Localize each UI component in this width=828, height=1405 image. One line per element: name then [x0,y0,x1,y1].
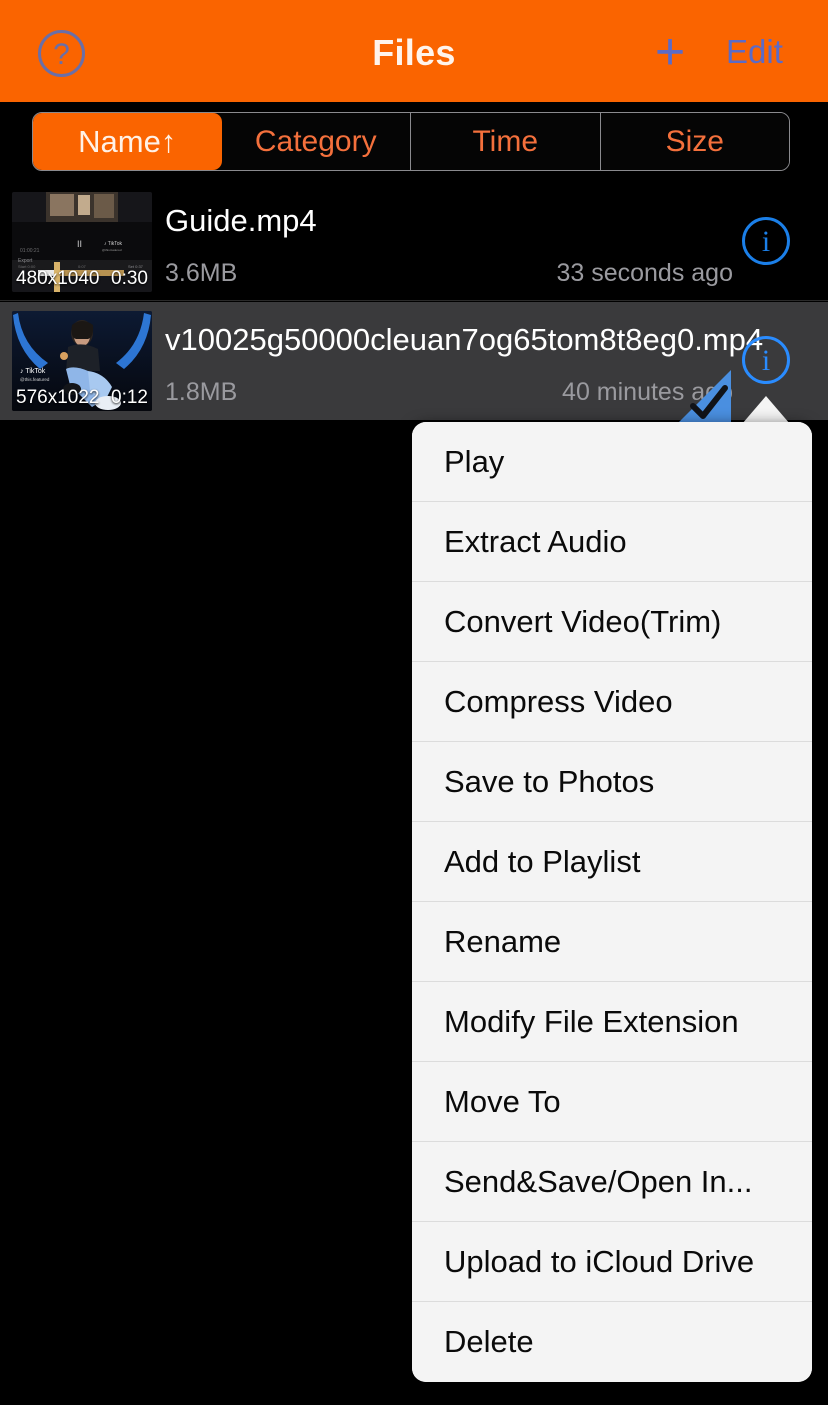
add-icon[interactable]: + [645,26,695,78]
svg-text:01:00:21: 01:00:21 [20,248,40,254]
menu-item-save-to-photos[interactable]: Save to Photos [412,742,812,822]
thumbnail-meta: 576x1022 0:12 [12,385,152,411]
checkmark-flag-icon [679,370,731,422]
file-list-item[interactable]: 01:00:21 Export Start 0:00 0:07 Set 0:37… [0,183,828,301]
menu-item-play[interactable]: Play [412,422,812,502]
file-name: Guide.mp4 [165,203,317,238]
sort-segment-name[interactable]: Name↑ [33,113,222,170]
thumbnail-duration: 0:30 [111,268,148,289]
svg-text:@this.featured: @this.featured [20,377,50,382]
page-title: Files [372,32,456,73]
app-screen: ? Files + Edit Name↑ Category Time Size … [0,0,828,1405]
menu-item-modify-file-extension[interactable]: Modify File Extension [412,982,812,1062]
menu-item-move-to[interactable]: Move To [412,1062,812,1142]
menu-item-send-save-open-in[interactable]: Send&Save/Open In... [412,1142,812,1222]
sort-segment-category[interactable]: Category [221,113,411,170]
file-name: v10025g50000cleuan7og65tom8t8eg0.mp4 [165,322,764,357]
navigation-bar: ? Files + Edit [0,0,828,102]
thumbnail-resolution: 480x1040 [16,268,100,289]
file-timestamp: 33 seconds ago [556,259,733,287]
menu-item-rename[interactable]: Rename [412,902,812,982]
svg-text:II: II [77,239,82,249]
menu-item-upload-to-icloud-drive[interactable]: Upload to iCloud Drive [412,1222,812,1302]
svg-text:♪ TikTok: ♪ TikTok [104,241,123,247]
menu-item-compress-video[interactable]: Compress Video [412,662,812,742]
menu-item-add-to-playlist[interactable]: Add to Playlist [412,822,812,902]
thumbnail-resolution: 576x1022 [16,387,100,408]
context-menu[interactable]: Play Extract Audio Convert Video(Trim) C… [412,422,812,1382]
sort-segmented-control[interactable]: Name↑ Category Time Size [32,112,790,171]
file-size: 1.8MB [165,378,238,406]
svg-text:♪ TikTok: ♪ TikTok [20,368,46,375]
info-circle-icon[interactable]: i [742,217,790,265]
popup-arrow [742,396,790,424]
row-divider [0,300,828,301]
menu-item-delete[interactable]: Delete [412,1302,812,1382]
video-thumbnail[interactable]: 01:00:21 Export Start 0:00 0:07 Set 0:37… [12,192,152,292]
thumbnail-meta: 480x1040 0:30 [12,266,152,292]
file-size: 3.6MB [165,259,238,287]
sort-segment-size[interactable]: Size [600,113,789,170]
edit-button[interactable]: Edit [726,33,783,71]
menu-item-convert-video[interactable]: Convert Video(Trim) [412,582,812,662]
sort-segment-time[interactable]: Time [411,113,601,170]
svg-text:@this.featured: @this.featured [102,248,122,252]
video-thumbnail[interactable]: ♪ TikTok @this.featured 576x1022 0:12 [12,311,152,411]
thumbnail-duration: 0:12 [111,387,148,408]
info-circle-icon[interactable]: i [742,336,790,384]
menu-item-extract-audio[interactable]: Extract Audio [412,502,812,582]
